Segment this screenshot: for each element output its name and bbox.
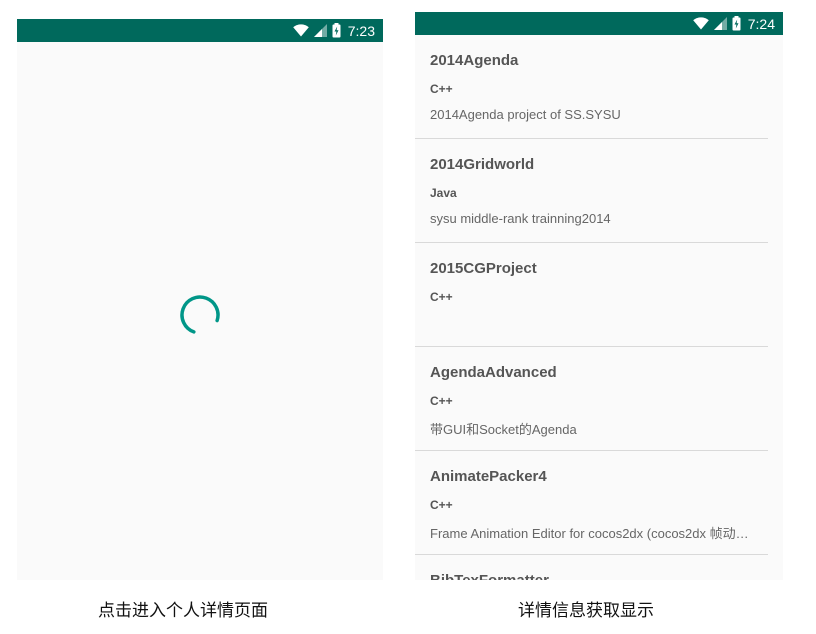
loading-screen: 7:23 xyxy=(17,19,383,580)
wifi-icon xyxy=(692,17,709,30)
repo-list[interactable]: 2014Agenda C++ 2014Agenda project of SS.… xyxy=(415,35,783,580)
signal-icon xyxy=(313,24,327,37)
repo-language: C++ xyxy=(430,82,453,96)
repo-list-item[interactable]: 2014Agenda C++ 2014Agenda project of SS.… xyxy=(415,35,768,139)
repo-language: C++ xyxy=(430,498,453,512)
battery-charging-icon xyxy=(732,16,741,31)
repo-list-item[interactable]: 2014Gridworld Java sysu middle-rank trai… xyxy=(415,139,768,243)
caption-right: 详情信息获取显示 xyxy=(518,601,654,621)
battery-charging-icon xyxy=(332,23,341,38)
repo-detail-screen: 7:24 2014Agenda C++ 2014Agenda project o… xyxy=(415,12,783,580)
repo-description: 带GUI和Socket的Agenda xyxy=(430,422,577,437)
repo-list-item[interactable]: AgendaAdvanced C++ 带GUI和Socket的Agenda xyxy=(415,347,768,451)
repo-language: C++ xyxy=(430,290,453,304)
repo-language: Java xyxy=(430,186,457,200)
repo-list-item[interactable]: BibTexFormatter xyxy=(415,555,768,580)
repo-description: sysu middle-rank trainning2014 xyxy=(430,211,611,226)
status-time: 7:24 xyxy=(747,15,775,32)
repo-name: AgendaAdvanced xyxy=(430,364,557,381)
repo-name: AnimatePacker4 xyxy=(430,468,547,485)
status-bar: 7:24 xyxy=(415,12,783,35)
page: 7:23 7:24 2014Agenda C++ 2014Agenda proj… xyxy=(0,0,816,634)
repo-name: 2015CGProject xyxy=(430,260,537,277)
repo-list-item[interactable]: 2015CGProject C++ xyxy=(415,243,768,347)
wifi-icon xyxy=(292,24,309,37)
repo-list-item[interactable]: AnimatePacker4 C++ Frame Animation Edito… xyxy=(415,451,768,555)
repo-name: 2014Gridworld xyxy=(430,156,535,173)
repo-description: Frame Animation Editor for cocos2dx (coc… xyxy=(430,526,760,541)
caption-left: 点击进入个人详情页面 xyxy=(98,601,268,621)
status-time: 7:23 xyxy=(347,22,375,39)
repo-description: 2014Agenda project of SS.SYSU xyxy=(430,107,621,122)
repo-name: BibTexFormatter xyxy=(430,572,549,580)
signal-icon xyxy=(713,17,727,30)
status-bar: 7:23 xyxy=(17,19,383,42)
repo-name: 2014Agenda xyxy=(430,52,519,69)
progress-spinner-icon xyxy=(179,294,221,336)
repo-language: C++ xyxy=(430,394,453,408)
